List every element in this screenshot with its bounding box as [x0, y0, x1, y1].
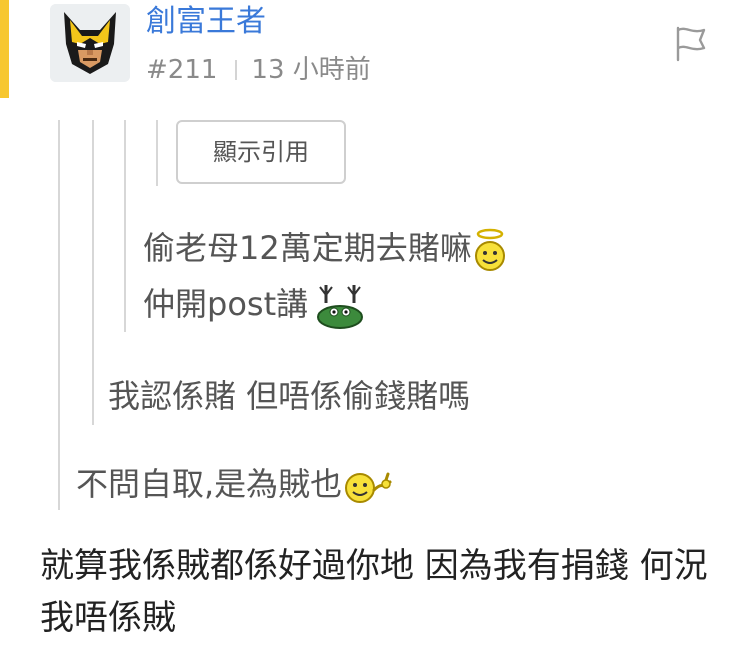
quote-line-level1	[58, 120, 60, 510]
quote-level2: 我認係賭 但唔係偷錢賭嗎	[108, 377, 471, 415]
hello-smiley-icon	[345, 472, 392, 503]
alien-frog-icon	[317, 285, 364, 329]
quote-level1: 不問自取,是為賊也	[76, 458, 392, 510]
quote-level3-line1: 偷老母12萬定期去賭嘛	[143, 222, 508, 274]
user-avatar[interactable]	[50, 4, 130, 82]
quote-line-level3	[124, 120, 126, 332]
meta-divider	[235, 60, 238, 80]
wolverine-avatar-icon	[50, 4, 130, 82]
quote-line-level2	[92, 120, 94, 425]
flag-icon[interactable]	[670, 22, 710, 62]
angel-smiley-icon	[474, 228, 505, 271]
floor-number: #211	[146, 55, 218, 85]
show-quote-button[interactable]: 顯示引用	[176, 120, 346, 184]
post-time: 13 小時前	[251, 55, 371, 85]
quote-level3-text2: 仲開post講	[143, 285, 309, 323]
reply-body: 就算我係賊都係好過你地 因為我有捐錢 何況我唔係賊	[40, 546, 708, 638]
post-accent-bar	[0, 0, 9, 98]
quote-level3-line2: 仲開post講	[143, 278, 366, 331]
quote-level3-text1: 偷老母12萬定期去賭嘛	[143, 229, 472, 267]
username[interactable]: 創富王者	[146, 2, 266, 42]
post-meta: #211 13 小時前	[146, 52, 371, 88]
quote-level1-text: 不問自取,是為賊也	[76, 465, 343, 503]
quote-line-level4	[156, 120, 158, 186]
